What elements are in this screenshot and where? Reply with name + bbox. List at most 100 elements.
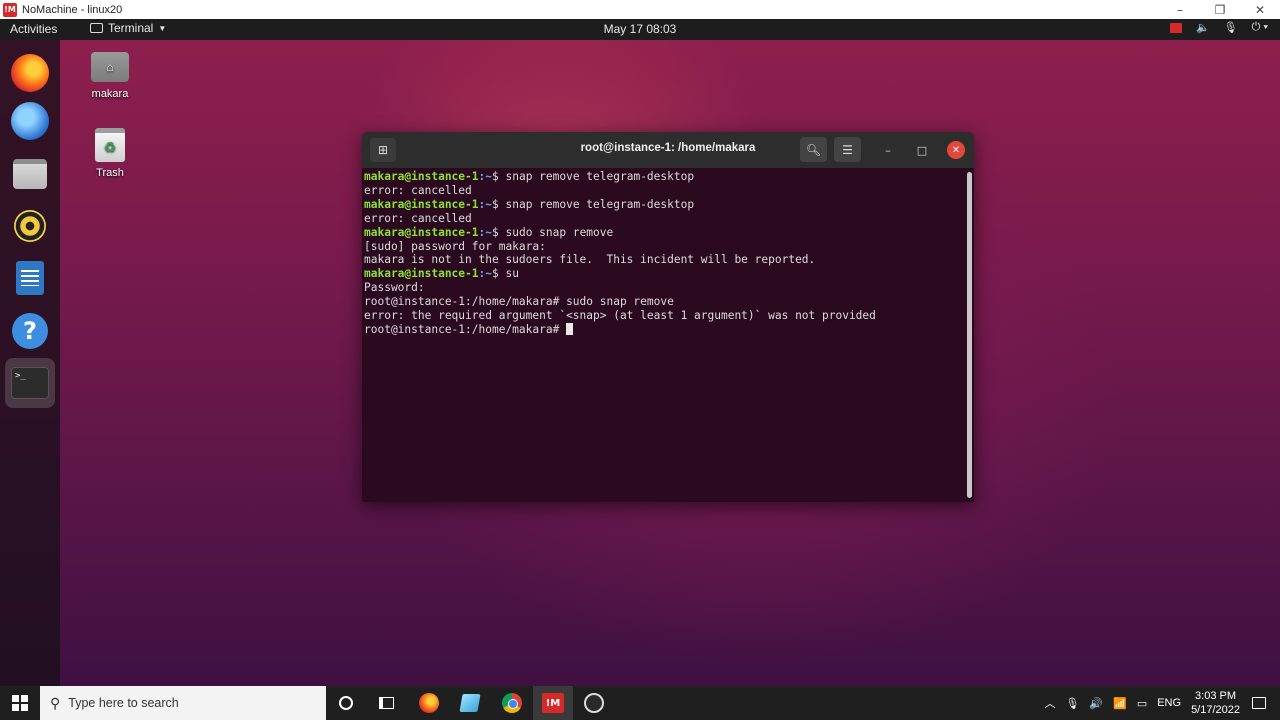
notepad-icon [459, 694, 481, 712]
speaker-icon[interactable]: 🔊 [1089, 697, 1103, 710]
desktop-icon-trash[interactable]: ♻ Trash [70, 128, 150, 179]
prompt-symbol: $ [492, 197, 499, 211]
command-text: sudo snap remove [559, 295, 674, 309]
output-text: error: cancelled [364, 211, 472, 225]
terminal-line: error: the required argument `<snap> (at… [364, 309, 964, 323]
nomachine-close-button[interactable]: ✕ [1240, 0, 1280, 19]
cortana-icon [339, 696, 353, 710]
cortana-button[interactable] [326, 686, 366, 720]
prompt-symbol: $ [492, 225, 499, 239]
files-icon [13, 159, 47, 189]
prompt-symbol: $ [492, 267, 499, 281]
terminal-line: error: cancelled [364, 212, 964, 226]
nomachine-logo-icon: !M [3, 2, 17, 17]
chevron-up-icon[interactable]: ︿ [1044, 695, 1055, 711]
clock-datetime[interactable]: May 17 08:03 [604, 22, 677, 36]
windows-start-button[interactable] [12, 695, 28, 711]
taskbar-date: 5/17/2022 [1191, 704, 1240, 716]
windows-taskbar: ⚲ !M ︿ 🎙 🔊 📶 ▭ ENG 3:03 PM 5/17/2022 [0, 686, 1280, 720]
output-text: error: cancelled [364, 183, 472, 197]
terminal-close-button[interactable]: ✕ [947, 141, 965, 159]
command-text: snap remove telegram-desktop [498, 197, 695, 211]
close-icon: ✕ [1254, 2, 1266, 17]
activities-button[interactable]: Activities [10, 22, 57, 36]
output-text: Password: [364, 281, 425, 295]
taskbar-notepad[interactable] [450, 686, 490, 720]
desktop-icon-home[interactable]: ⌂ makara [70, 52, 150, 100]
firefox-icon [419, 693, 439, 713]
command-text: sudo snap remove [498, 225, 614, 239]
minimize-icon: – [885, 143, 891, 157]
terminal-line: makara is not in the sudoers file. This … [364, 253, 964, 267]
taskbar-firefox[interactable] [409, 686, 449, 720]
battery-icon[interactable]: ▭ [1137, 697, 1147, 710]
terminal-app-icon [90, 23, 103, 33]
terminal-cursor [566, 322, 574, 335]
taskbar-nomachine[interactable]: !M [533, 686, 573, 720]
task-view-icon [378, 697, 394, 709]
new-tab-icon: ⊞ [377, 143, 389, 157]
terminal-line: [sudo] password for makara: [364, 240, 964, 254]
dock-files[interactable] [5, 149, 55, 199]
wifi-icon[interactable]: 📶 [1113, 697, 1127, 710]
terminal-line: makara@instance-1:~$ snap remove telegra… [364, 170, 964, 184]
app-menu-terminal[interactable]: Terminal ▼ [90, 21, 166, 35]
nomachine-minimize-button[interactable]: – [1160, 0, 1200, 19]
terminal-search-button[interactable]: 🔍︎ [800, 137, 827, 162]
nomachine-tray-icon[interactable] [1169, 22, 1182, 33]
terminal-scrollbar[interactable] [967, 172, 972, 498]
dock-firefox[interactable] [5, 48, 55, 98]
terminal-menu-button[interactable]: ☰ [834, 137, 861, 162]
taskbar-clock[interactable]: 3:03 PM 5/17/2022 [1191, 689, 1240, 717]
terminal-icon: >_ [11, 367, 49, 399]
command-text: snap remove telegram-desktop [498, 170, 695, 183]
terminal-line: makara@instance-1:~$ su [364, 267, 964, 281]
taskbar-chrome[interactable] [492, 686, 532, 720]
hamburger-menu-icon: ☰ [842, 142, 853, 157]
taskbar-search-box[interactable]: ⚲ [40, 686, 326, 720]
terminal-output[interactable]: makara@instance-1:~$ snap remove telegra… [362, 168, 966, 502]
dock-help[interactable]: ? [5, 306, 55, 356]
prompt-user: makara@instance-1 [364, 225, 479, 239]
prompt-path: :~ [478, 267, 492, 281]
command-text [559, 323, 566, 336]
dock-terminal[interactable]: >_ [5, 358, 55, 408]
output-text: error: the required argument `<snap> (at… [364, 309, 876, 323]
notification-icon[interactable] [1252, 697, 1266, 709]
microphone-icon[interactable]: 🎙 [1224, 21, 1238, 34]
volume-icon[interactable]: 🔈 [1196, 21, 1210, 34]
command-text: su [498, 267, 519, 281]
terminal-headerbar[interactable]: ⊞ root@instance-1: /home/makara 🔍︎ ☰ – □… [362, 132, 974, 168]
trash-icon: ♻ [95, 128, 125, 162]
app-menu-label: Terminal [108, 21, 154, 35]
minimize-icon: – [1177, 2, 1183, 17]
terminal-window[interactable]: ⊞ root@instance-1: /home/makara 🔍︎ ☰ – □… [362, 132, 974, 502]
task-view-button[interactable] [366, 686, 406, 720]
nomachine-window-title: NoMachine - linux20 [22, 3, 123, 16]
microphone-icon[interactable]: 🎙 [1065, 697, 1079, 710]
terminal-maximize-button[interactable]: □ [913, 141, 931, 159]
system-tray[interactable]: 🔈 🎙 ⏻ ▾ [1169, 21, 1268, 34]
taskbar-obs[interactable] [574, 686, 614, 720]
terminal-minimize-button[interactable]: – [879, 141, 897, 159]
terminal-line: makara@instance-1:~$ sudo snap remove [364, 226, 964, 240]
power-icon[interactable]: ⏻ ▾ [1252, 21, 1268, 34]
restore-icon: ❐ [1214, 2, 1226, 17]
output-text: makara is not in the sudoers file. This … [364, 253, 816, 267]
prompt-user: makara@instance-1 [364, 267, 479, 281]
root-prompt: root@instance-1:/home/makara# [364, 295, 560, 309]
help-icon: ? [12, 313, 48, 349]
dock-rhythmbox[interactable] [5, 201, 55, 251]
new-tab-button[interactable]: ⊞ [370, 138, 396, 162]
language-indicator[interactable]: ENG [1157, 697, 1181, 709]
desktop-icon-label: Trash [96, 167, 124, 179]
home-folder-icon: ⌂ [91, 52, 129, 82]
dock-thunderbird[interactable] [5, 96, 55, 146]
terminal-line: error: cancelled [364, 184, 964, 198]
taskbar-search-input[interactable] [68, 696, 299, 710]
prompt-path: :~ [478, 225, 492, 239]
chrome-icon [502, 693, 522, 713]
nomachine-restore-button[interactable]: ❐ [1200, 0, 1240, 19]
dock-libreoffice-writer[interactable] [5, 253, 55, 303]
nomachine-icon: !M [542, 693, 564, 713]
